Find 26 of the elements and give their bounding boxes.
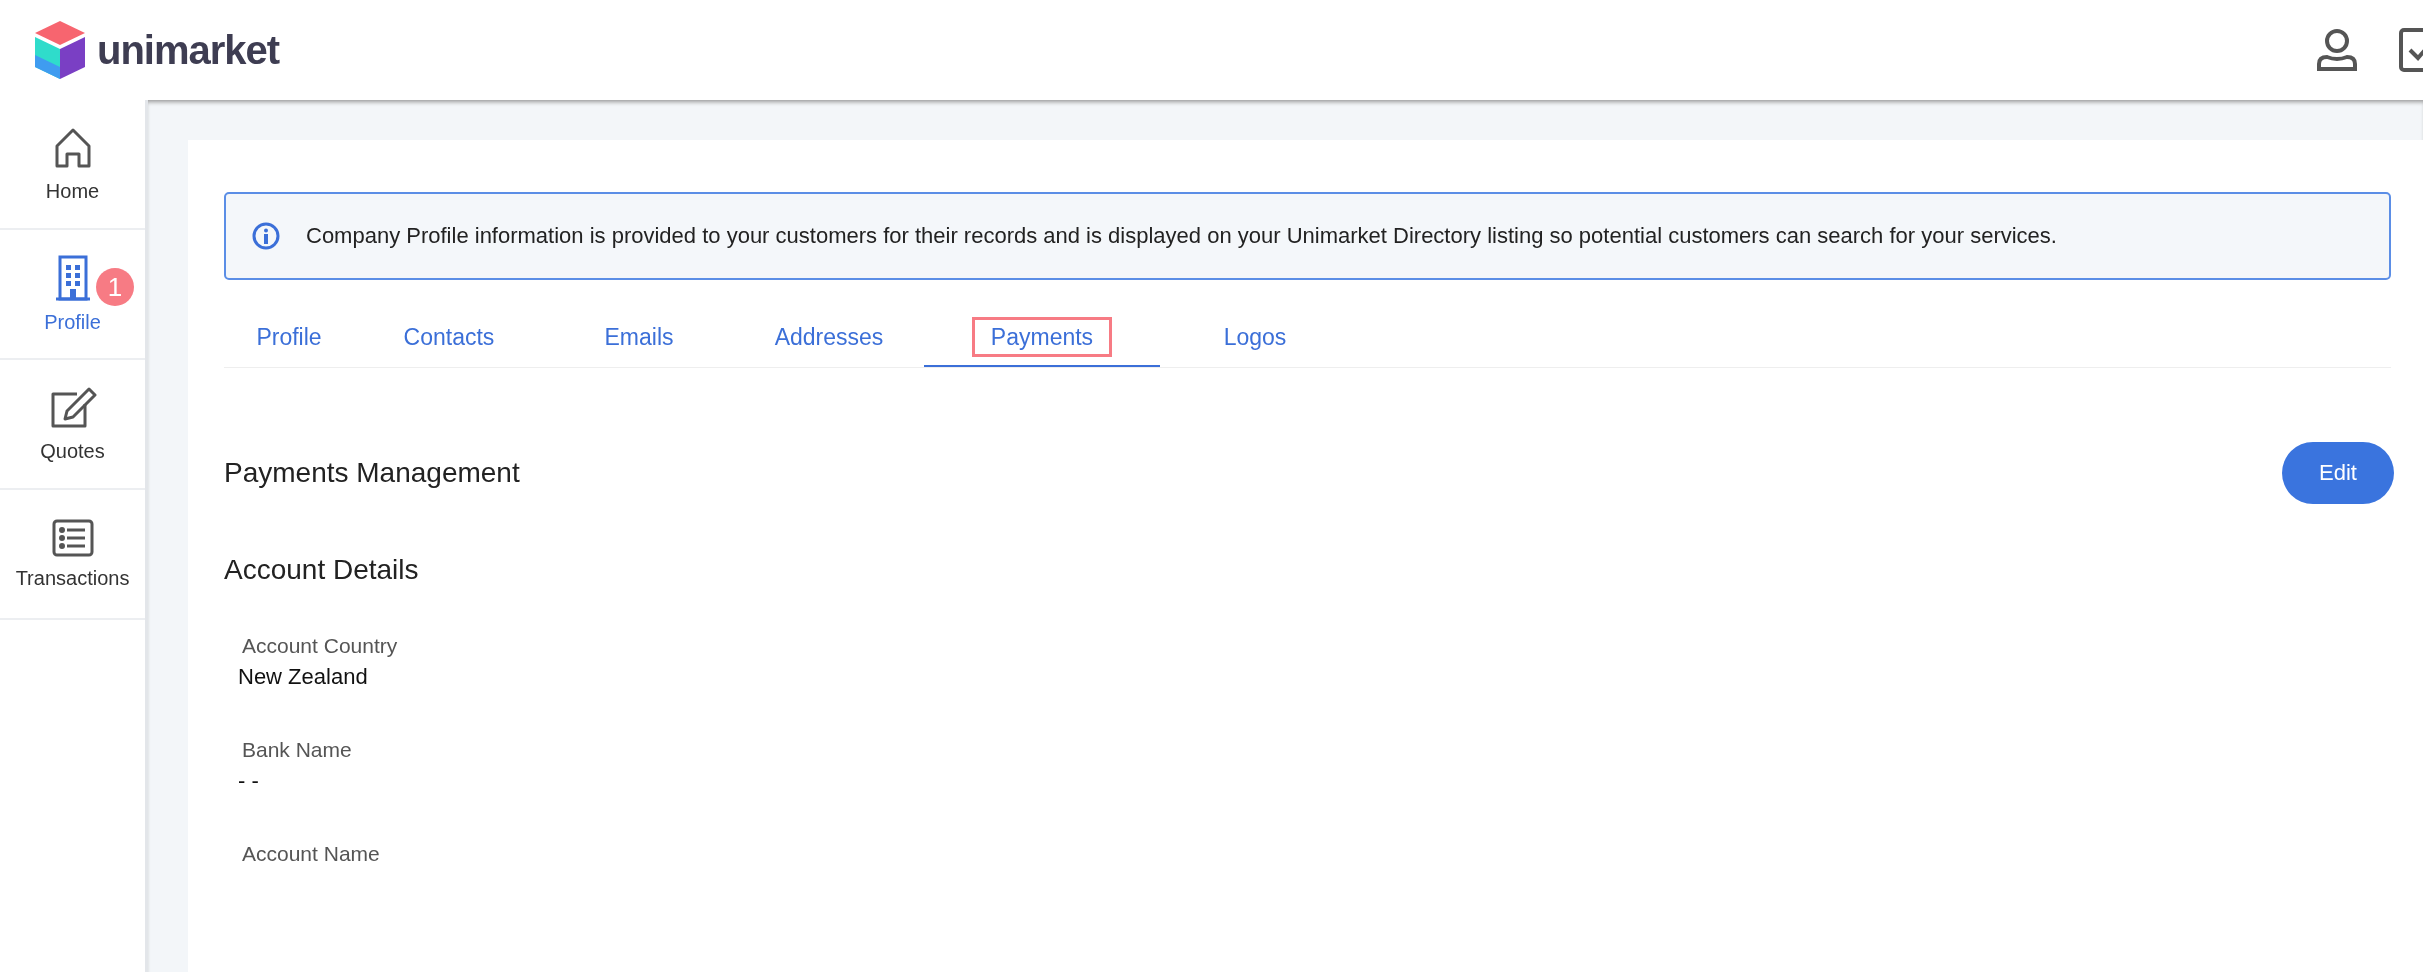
building-icon xyxy=(54,254,91,301)
tab[interactable]: Contacts xyxy=(354,310,544,367)
brand-name: unimarket xyxy=(97,27,280,73)
nav-item[interactable]: Transactions xyxy=(0,490,145,620)
field-label: Account Name xyxy=(241,842,381,866)
tab[interactable]: Payments xyxy=(924,310,1160,367)
subsection-title: Account Details xyxy=(224,554,420,586)
field-label: Bank Name xyxy=(241,738,353,762)
field-value: New Zealand xyxy=(238,664,369,690)
nav-item[interactable]: Home xyxy=(0,100,145,230)
edit-button[interactable]: Edit xyxy=(2282,442,2394,504)
info-text: Company Profile information is provided to your customers for their records and is displayed on your Unimarket Directory listing so potential customers can search for your services. xyxy=(306,223,2057,249)
user-icon[interactable] xyxy=(2315,28,2359,72)
field-value: - - xyxy=(238,768,260,794)
cube-logo-icon xyxy=(35,21,85,79)
section-title: Payments Management xyxy=(224,457,520,489)
tab[interactable]: Emails xyxy=(544,310,734,367)
list-icon xyxy=(51,518,94,557)
nav-item[interactable]: Quotes xyxy=(0,360,145,490)
field-label: Account Country xyxy=(241,634,399,658)
count-badge: 1 xyxy=(96,268,134,306)
tab[interactable]: Addresses xyxy=(734,310,924,367)
info-icon xyxy=(252,222,280,250)
tab[interactable]: Profile xyxy=(224,310,354,367)
tab[interactable]: Logos xyxy=(1160,310,1350,367)
nav-item[interactable]: Profile 1 xyxy=(0,230,145,360)
